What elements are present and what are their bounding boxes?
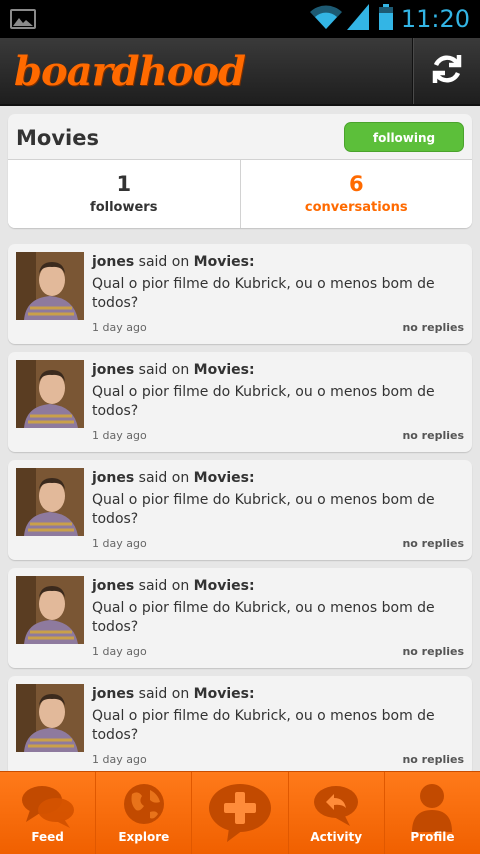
tab-activity[interactable]: Activity	[287, 772, 384, 854]
followers-stat[interactable]: 1 followers	[8, 160, 240, 228]
following-button[interactable]: following	[344, 122, 464, 152]
timestamp: 1 day ago	[92, 753, 147, 766]
add-bubble-icon	[209, 784, 271, 842]
author-name[interactable]: jones	[92, 470, 134, 486]
author-name[interactable]: jones	[92, 686, 134, 702]
board-title: Movies	[16, 126, 99, 150]
conversations-count: 6	[348, 172, 364, 196]
tab-label: Explore	[118, 830, 170, 844]
refresh-button[interactable]	[412, 38, 480, 104]
signal-icon	[346, 4, 369, 34]
boardhood-logo: boardhood	[14, 48, 246, 95]
app-header: boardhood	[0, 38, 480, 106]
followers-label: followers	[90, 200, 158, 215]
conversation-header: jones said on Movies:	[92, 470, 255, 486]
conversation-header: jones said on Movies:	[92, 578, 255, 594]
bottom-tab-bar: Feed Explore Activity Profile	[0, 771, 480, 854]
board-stats: 1 followers 6 conversations	[8, 159, 472, 228]
person-icon	[412, 784, 453, 832]
timestamp: 1 day ago	[92, 321, 147, 334]
timestamp: 1 day ago	[92, 537, 147, 550]
reply-bubble-icon	[314, 786, 359, 826]
conversation-card[interactable]: jones said on Movies: Qual o pior filme …	[8, 244, 472, 344]
wifi-icon	[309, 4, 343, 34]
author-name[interactable]: jones	[92, 254, 134, 270]
reply-count: no replies	[402, 321, 464, 334]
battery-icon	[378, 4, 393, 34]
refresh-icon	[429, 51, 465, 91]
conversation-message: Qual o pior filme do Kubrick, ou o menos…	[92, 384, 435, 419]
globe-icon	[123, 784, 164, 824]
conversation-message: Qual o pior filme do Kubrick, ou o menos…	[92, 600, 435, 635]
board-info-card: Movies following 1 followers 6 conversat…	[8, 114, 472, 228]
conversation-card[interactable]: jones said on Movies: Qual o pior filme …	[8, 676, 472, 776]
reply-count: no replies	[402, 537, 464, 550]
conversation-list: jones said on Movies: Qual o pior filme …	[8, 244, 472, 784]
clock: 11:20	[400, 5, 470, 33]
status-bar: 11:20	[0, 0, 480, 38]
board-link[interactable]: Movies:	[194, 362, 255, 378]
tab-label: Profile	[410, 830, 455, 844]
conversation-header: jones said on Movies:	[92, 254, 255, 270]
avatar[interactable]	[16, 468, 84, 536]
tab-profile[interactable]: Profile	[383, 772, 480, 854]
tab-label: Feed	[31, 830, 64, 844]
avatar[interactable]	[16, 252, 84, 320]
reply-count: no replies	[402, 753, 464, 766]
timestamp: 1 day ago	[92, 645, 147, 658]
timestamp: 1 day ago	[92, 429, 147, 442]
board-link[interactable]: Movies:	[194, 686, 255, 702]
followers-count: 1	[116, 172, 132, 196]
avatar[interactable]	[16, 684, 84, 752]
avatar[interactable]	[16, 576, 84, 644]
chat-bubbles-icon	[21, 786, 74, 828]
conversation-card[interactable]: jones said on Movies: Qual o pior filme …	[8, 568, 472, 668]
image-icon	[10, 9, 36, 29]
conversation-header: jones said on Movies:	[92, 362, 255, 378]
author-name[interactable]: jones	[92, 362, 134, 378]
tab-explore[interactable]: Explore	[95, 772, 191, 854]
conversation-card[interactable]: jones said on Movies: Qual o pior filme …	[8, 460, 472, 560]
tab-new-conversation[interactable]	[191, 772, 287, 854]
conversation-message: Qual o pior filme do Kubrick, ou o menos…	[92, 708, 435, 743]
conversation-message: Qual o pior filme do Kubrick, ou o menos…	[92, 492, 435, 527]
conversations-label: conversations	[304, 200, 408, 215]
reply-count: no replies	[402, 645, 464, 658]
board-link[interactable]: Movies:	[194, 578, 255, 594]
board-link[interactable]: Movies:	[194, 470, 255, 486]
avatar[interactable]	[16, 360, 84, 428]
conversation-message: Qual o pior filme do Kubrick, ou o menos…	[92, 276, 435, 311]
reply-count: no replies	[402, 429, 464, 442]
tab-label: Activity	[310, 830, 363, 844]
board-link[interactable]: Movies:	[194, 254, 255, 270]
tab-feed[interactable]: Feed	[0, 772, 95, 854]
conversations-stat[interactable]: 6 conversations	[239, 160, 473, 228]
conversation-card[interactable]: jones said on Movies: Qual o pior filme …	[8, 352, 472, 452]
author-name[interactable]: jones	[92, 578, 134, 594]
conversation-header: jones said on Movies:	[92, 686, 255, 702]
